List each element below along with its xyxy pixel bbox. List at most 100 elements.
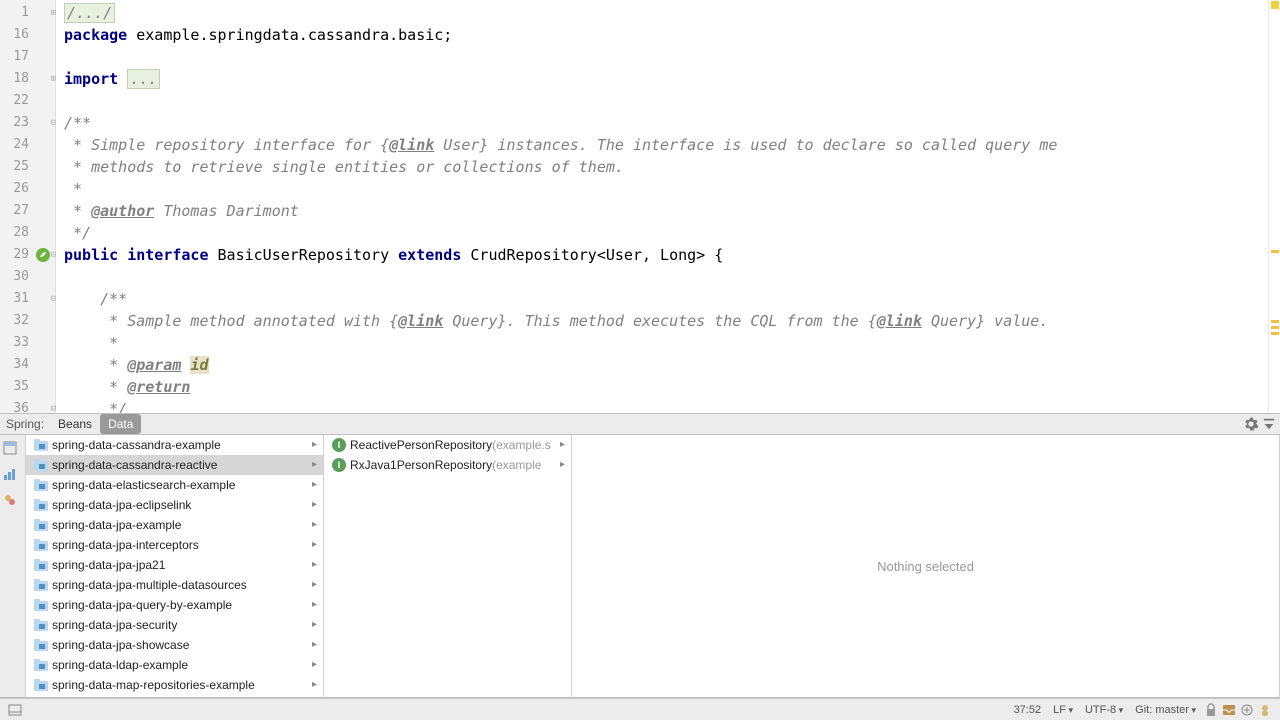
panel-side-toolbar [0, 435, 26, 697]
line-number: 31⊟ [0, 288, 55, 310]
expand-fold-icon[interactable]: ⊞ [46, 74, 56, 84]
inbox-icon[interactable] [1220, 702, 1238, 718]
file-encoding[interactable]: UTF-8 [1079, 704, 1129, 716]
module-icon [34, 499, 48, 511]
warning-marker[interactable] [1271, 332, 1279, 335]
repository-item[interactable]: IReactivePersonRepository (example.s▸ [324, 435, 571, 455]
tab-beans[interactable]: Beans [50, 414, 100, 434]
chevron-right-icon: ▸ [312, 455, 317, 475]
collapse-fold-icon[interactable]: ⊟ [46, 294, 56, 304]
module-item[interactable]: spring-data-jpa-jpa21▸ [26, 555, 323, 575]
module-icon [34, 459, 48, 471]
git-branch[interactable]: Git: master [1129, 704, 1202, 716]
repository-package: (example.s [492, 435, 551, 455]
line-number: 33 [0, 332, 55, 354]
code-line[interactable]: * Simple repository interface for {@link… [56, 134, 1268, 156]
module-item[interactable]: spring-data-jpa-eclipselink▸ [26, 495, 323, 515]
chevron-right-icon: ▸ [312, 655, 317, 675]
layout-icon[interactable] [3, 441, 23, 461]
line-separator[interactable]: LF [1047, 704, 1079, 716]
spring-data-panel: spring-data-cassandra-example▸spring-dat… [0, 435, 1280, 698]
error-stripe[interactable] [1268, 0, 1280, 413]
interface-icon: I [332, 458, 346, 472]
filter-icon[interactable] [3, 493, 23, 513]
line-number: 30 [0, 266, 55, 288]
module-icon [34, 619, 48, 631]
code-line[interactable]: package example.springdata.cassandra.bas… [56, 24, 1268, 46]
module-label: spring-data-cassandra-example [52, 435, 221, 455]
module-item[interactable]: spring-data-elasticsearch-example ▸ [26, 475, 323, 495]
caret-position[interactable]: 37:52 [1008, 704, 1048, 716]
module-item[interactable]: spring-data-cassandra-example▸ [26, 435, 323, 455]
code-line[interactable]: * Sample method annotated with {@link Qu… [56, 310, 1268, 332]
line-number: 32 [0, 310, 55, 332]
repository-list[interactable]: IReactivePersonRepository (example.s▸IRx… [324, 435, 572, 697]
code-line[interactable]: * @author Thomas Darimont [56, 200, 1268, 222]
settings-icon[interactable] [1244, 417, 1262, 431]
collapse-fold-icon[interactable]: ⊟ [46, 118, 56, 128]
chart-icon[interactable] [3, 467, 23, 487]
chevron-right-icon: ▸ [312, 475, 317, 495]
tool-windows-icon[interactable] [6, 702, 24, 718]
code-line[interactable]: public interface BasicUserRepository ext… [56, 244, 1268, 266]
module-label: spring-data-jpa-security [52, 615, 177, 635]
module-item[interactable]: spring-data-jpa-interceptors▸ [26, 535, 323, 555]
module-item[interactable]: spring-data-ldap-example▸ [26, 655, 323, 675]
line-number: 28 [0, 222, 55, 244]
collapse-fold-icon[interactable]: ⊟ [46, 404, 56, 413]
module-icon [34, 679, 48, 691]
spring-bean-icon[interactable] [35, 247, 51, 263]
module-label: spring-data-elasticsearch-example [52, 475, 235, 495]
code-line[interactable] [56, 266, 1268, 288]
code-line[interactable] [56, 90, 1268, 112]
warning-marker[interactable] [1271, 320, 1279, 323]
code-line[interactable]: /.../ [56, 2, 1268, 24]
warning-marker[interactable] [1271, 250, 1279, 253]
line-number: 16 [0, 24, 55, 46]
editor-area: 1⊞161718⊞2223⊟242526272829⊟3031⊟32333435… [0, 0, 1280, 413]
code-line[interactable]: * [56, 332, 1268, 354]
code-line[interactable]: /** [56, 112, 1268, 134]
module-item[interactable]: spring-data-jpa-example▸ [26, 515, 323, 535]
code-line[interactable]: * @return [56, 376, 1268, 398]
hector-icon[interactable] [1256, 702, 1274, 718]
module-icon [34, 659, 48, 671]
code-line[interactable] [56, 46, 1268, 68]
code-line[interactable]: */ [56, 222, 1268, 244]
goto-icon[interactable] [1238, 702, 1256, 718]
editor-content[interactable]: /.../package example.springdata.cassandr… [56, 0, 1268, 413]
chevron-right-icon: ▸ [312, 675, 317, 695]
interface-icon: I [332, 438, 346, 452]
line-number: 29⊟ [0, 244, 55, 266]
analysis-status-marker[interactable] [1271, 1, 1279, 9]
module-list[interactable]: spring-data-cassandra-example▸spring-dat… [26, 435, 324, 697]
code-line[interactable]: /** [56, 288, 1268, 310]
code-line[interactable]: */ [56, 398, 1268, 413]
code-line[interactable]: import ... [56, 68, 1268, 90]
warning-marker[interactable] [1271, 326, 1279, 329]
line-number: 26 [0, 178, 55, 200]
code-line[interactable]: * methods to retrieve single entities or… [56, 156, 1268, 178]
code-line[interactable]: * [56, 178, 1268, 200]
repository-name: ReactivePersonRepository [350, 435, 492, 455]
module-item[interactable]: spring-data-jpa-query-by-example▸ [26, 595, 323, 615]
expand-fold-icon[interactable]: ⊞ [46, 8, 56, 18]
repository-item[interactable]: IRxJava1PersonRepository (example▸ [324, 455, 571, 475]
line-number: 18⊞ [0, 68, 55, 90]
tab-data[interactable]: Data [100, 414, 141, 434]
line-number: 17 [0, 46, 55, 68]
module-item[interactable]: spring-data-jpa-showcase▸ [26, 635, 323, 655]
module-item[interactable]: spring-data-jpa-security▸ [26, 615, 323, 635]
chevron-right-icon: ▸ [312, 595, 317, 615]
lock-icon[interactable] [1202, 702, 1220, 718]
hide-icon[interactable] [1262, 417, 1280, 431]
tool-window-title: Spring: [0, 417, 50, 431]
module-item[interactable]: spring-data-map-repositories-example▸ [26, 675, 323, 695]
line-number: 25 [0, 156, 55, 178]
module-item[interactable]: spring-data-cassandra-reactive▸ [26, 455, 323, 475]
repository-name: RxJava1PersonRepository [350, 455, 492, 475]
chevron-right-icon: ▸ [312, 495, 317, 515]
module-item[interactable]: spring-data-jpa-multiple-datasources▸ [26, 575, 323, 595]
chevron-right-icon: ▸ [312, 535, 317, 555]
code-line[interactable]: * @param id [56, 354, 1268, 376]
